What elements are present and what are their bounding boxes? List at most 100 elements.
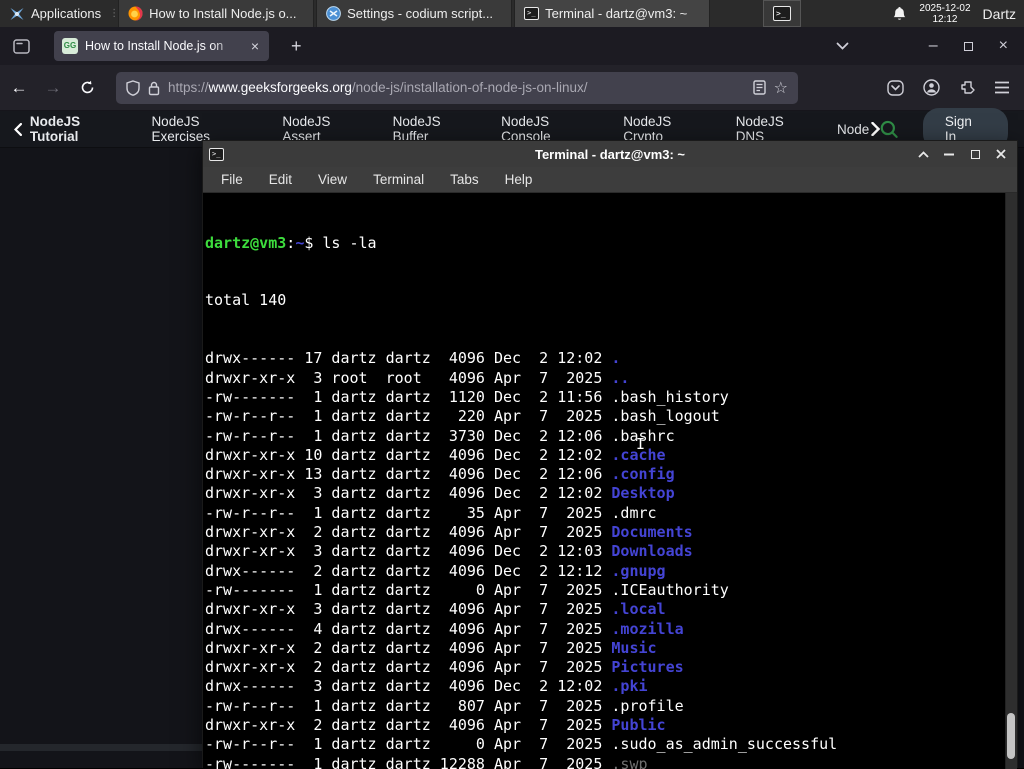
url-domain: www.geeksforgeeks.org [208, 80, 352, 95]
terminal-output: dartz@vm3:~$ ls -la total 140 drwx------… [203, 193, 1017, 769]
reload-icon [81, 80, 93, 94]
forward-button[interactable]: → [38, 73, 68, 103]
distro-logo-icon [10, 7, 24, 20]
window-minimize-button[interactable]: – [929, 37, 938, 55]
applications-label: Applications [31, 6, 102, 21]
url-scheme: https:// [168, 80, 209, 95]
search-icon[interactable] [880, 120, 899, 139]
terminal-menubar: File Edit View Terminal Tabs Help [203, 167, 1017, 193]
ls-row: -rw-r--r-- 1 dartz dartz 35 Apr 7 2025 .… [205, 503, 657, 522]
nav-back-tutorial[interactable]: NodeJS Tutorial [14, 114, 131, 144]
ls-row: drwxr-xr-x 13 dartz dartz 4096 Dec 2 12:… [205, 465, 675, 484]
reload-button[interactable] [72, 73, 102, 103]
tab-close-button[interactable]: × [249, 38, 261, 54]
firefox-icon [128, 6, 143, 21]
firefox-toolbar: ← → https://www.geeksforgeeks.org/node-j… [0, 65, 1024, 111]
minimize-window-button[interactable] [941, 146, 957, 162]
panel-terminal-launcher[interactable]: >_ [763, 0, 801, 27]
menu-terminal[interactable]: Terminal [373, 172, 424, 187]
taskbar-window-label: How to Install Node.js o... [149, 6, 297, 21]
list-all-tabs-icon[interactable] [836, 42, 849, 50]
extensions-icon[interactable] [959, 80, 975, 96]
panel-handle: ⋮ [109, 8, 120, 19]
terminal-icon: >_ [209, 147, 224, 161]
ls-row: -rw-r--r-- 1 dartz dartz 0 Apr 7 2025 .s… [205, 735, 838, 754]
terminal-scrollbar[interactable] [1005, 193, 1017, 769]
terminal-titlebar[interactable]: >_ Terminal - dartz@vm3: ~ [203, 141, 1017, 167]
lock-icon[interactable] [148, 80, 160, 96]
close-window-button[interactable] [993, 146, 1009, 162]
ls-row: drwxr-xr-x 2 dartz dartz 4096 Apr 7 2025… [205, 638, 657, 657]
clock-time: 12:12 [932, 13, 958, 25]
taskbar-window-label: Terminal - dartz@vm3: ~ [545, 6, 688, 21]
geeksforgeeks-favicon: GG [62, 38, 78, 54]
ls-row: drwxr-xr-x 2 dartz dartz 4096 Apr 7 2025… [205, 716, 666, 735]
menu-tabs[interactable]: Tabs [450, 172, 479, 187]
taskbar-codium-window[interactable]: Settings - codium script... [316, 0, 513, 27]
back-button[interactable]: ← [4, 73, 34, 103]
panel-clock[interactable]: 2025-12-02 12:12 [919, 3, 970, 25]
user-menu[interactable]: Dartz [983, 6, 1016, 22]
browser-tab[interactable]: GG How to Install Node.js on × [54, 31, 269, 61]
ls-listing: drwx------ 17 dartz dartz 4096 Dec 2 12:… [205, 349, 1017, 769]
shield-icon[interactable] [126, 79, 140, 96]
hamburger-menu-icon[interactable] [994, 81, 1010, 94]
ls-row: -rw------- 1 dartz dartz 1120 Dec 2 11:5… [205, 387, 729, 406]
url-text[interactable]: https://www.geeksforgeeks.org/node-js/in… [168, 80, 745, 95]
ls-row: drwxr-xr-x 3 dartz dartz 4096 Dec 2 12:0… [205, 542, 693, 561]
nav-item-more[interactable]: Node [837, 122, 881, 137]
ls-row: -rw------- 1 dartz dartz 0 Apr 7 2025 .I… [205, 580, 729, 599]
terminal-title: Terminal - dartz@vm3: ~ [534, 146, 686, 162]
firefox-view-icon [12, 38, 30, 54]
prompt-line: dartz@vm3:~$ ls -la [205, 233, 377, 252]
menu-edit[interactable]: Edit [269, 172, 292, 187]
ls-row: drwxr-xr-x 3 root root 4096 Apr 7 2025 .… [205, 368, 630, 387]
ls-row: drwxr-xr-x 2 dartz dartz 4096 Apr 7 2025… [205, 658, 684, 677]
menu-file[interactable]: File [221, 172, 243, 187]
firefox-view-button[interactable] [6, 32, 36, 60]
url-path: /node-js/installation-of-node-js-on-linu… [351, 80, 588, 95]
scrollbar-thumb[interactable] [1007, 713, 1015, 759]
notification-bell-icon[interactable] [892, 6, 907, 22]
bookmark-star-icon[interactable]: ☆ [774, 78, 788, 98]
taskbar-window-label: Settings - codium script... [347, 6, 494, 21]
taskbar-terminal-window[interactable]: >_ Terminal - dartz@vm3: ~ [514, 0, 711, 27]
text-cursor-pointer: I [636, 435, 646, 453]
ls-row: drwxr-xr-x 3 dartz dartz 4096 Dec 2 12:0… [205, 484, 675, 503]
taskbar-firefox-window[interactable]: How to Install Node.js o... [118, 0, 315, 27]
clock-date: 2025-12-02 [919, 2, 971, 14]
tab-title: How to Install Node.js on [85, 39, 224, 53]
desktop-panel: Applications ⋮ How to Install Node.js o.… [0, 0, 1024, 27]
codium-icon [326, 6, 342, 21]
window-close-button[interactable]: × [999, 37, 1008, 55]
maximize-window-button[interactable] [967, 146, 983, 162]
nav-back-label: NodeJS Tutorial [29, 114, 81, 144]
ls-row: drwx------ 2 dartz dartz 4096 Dec 2 12:1… [205, 561, 666, 580]
terminal-body[interactable]: dartz@vm3:~$ ls -la total 140 drwx------… [203, 193, 1017, 769]
chevron-left-icon [14, 122, 22, 136]
total-line: total 140 [205, 291, 287, 310]
ls-row: drwxr-xr-x 2 dartz dartz 4096 Apr 7 2025… [205, 523, 693, 542]
ls-row: drwx------ 3 dartz dartz 4096 Dec 2 12:0… [205, 677, 648, 696]
ls-row: drwx------ 4 dartz dartz 4096 Apr 7 2025… [205, 619, 684, 638]
ls-row: -rw-r--r-- 1 dartz dartz 807 Apr 7 2025 … [205, 696, 684, 715]
applications-menu[interactable]: Applications [0, 0, 111, 27]
terminal-icon: >_ [524, 7, 540, 20]
chevron-right-icon [871, 122, 881, 136]
menu-help[interactable]: Help [505, 172, 533, 187]
menu-view[interactable]: View [318, 172, 347, 187]
terminal-window: >_ Terminal - dartz@vm3: ~ File Edit Vie… [202, 140, 1018, 769]
account-icon[interactable] [923, 79, 940, 96]
address-bar[interactable]: https://www.geeksforgeeks.org/node-js/in… [116, 71, 798, 104]
window-maximize-button[interactable] [963, 41, 973, 51]
system-tray: 2025-12-02 12:12 Dartz [892, 0, 1024, 27]
ls-row: -rw-r--r-- 1 dartz dartz 220 Apr 7 2025 … [205, 407, 720, 426]
ls-row: drwxr-xr-x 3 dartz dartz 4096 Apr 7 2025… [205, 600, 666, 619]
terminal-icon: >_ [773, 6, 791, 21]
shade-window-button[interactable] [915, 146, 931, 162]
ls-row: -rw-r--r-- 1 dartz dartz 3730 Dec 2 12:0… [205, 426, 675, 445]
reader-mode-icon[interactable] [752, 80, 766, 95]
new-tab-button[interactable]: + [283, 34, 310, 59]
ls-row: drwx------ 17 dartz dartz 4096 Dec 2 12:… [205, 349, 621, 368]
pocket-icon[interactable] [887, 79, 904, 96]
